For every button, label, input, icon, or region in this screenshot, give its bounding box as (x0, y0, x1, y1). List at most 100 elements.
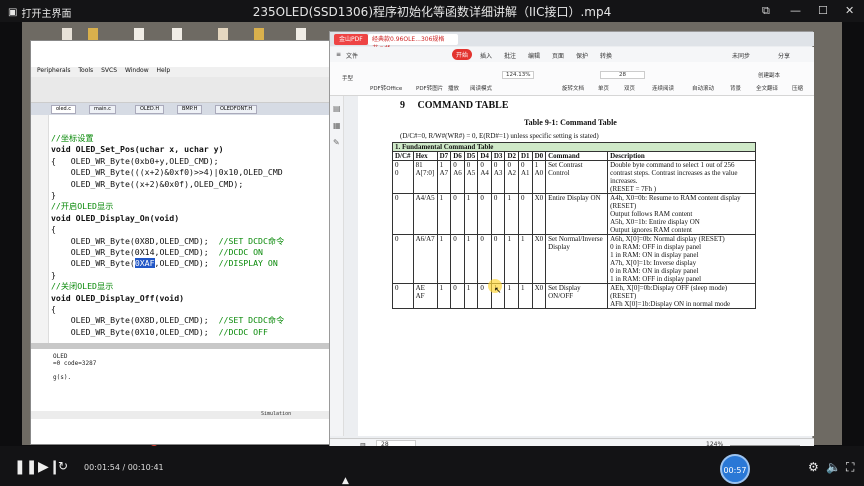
cell-dc: 0 (392, 283, 414, 309)
cell-bit: 1 (463, 193, 479, 235)
zoom-field[interactable]: 124.13% (502, 71, 535, 79)
code-line[interactable]: { (51, 224, 56, 234)
command-table: 1. Fundamental Command Table D/C# Hex D7 D6… (391, 142, 757, 309)
cell-dc: 0 0 (392, 160, 414, 194)
tab-oled-h[interactable]: OLED.H (135, 105, 165, 114)
cell-hex: 81 A[7:0] (412, 160, 438, 194)
menu-window[interactable]: Window (125, 67, 149, 74)
code-text: { (51, 304, 56, 314)
code-line[interactable]: OLED_WR_Byte(0X8D,OLED_CMD); //SET DCDC命… (51, 315, 285, 326)
time-separator: / (119, 463, 128, 472)
reading-mode-button[interactable]: 阅读模式 (470, 84, 492, 92)
code-text: OLED_WR_Byte(0X8D,OLED_CMD); (51, 315, 219, 326)
mouse-pointer-icon: ↖ (494, 285, 502, 295)
screenshot-icon[interactable]: ⧉ (762, 4, 770, 18)
single-page-button[interactable]: 单页 (598, 84, 609, 92)
page-input[interactable]: 28 (600, 71, 645, 79)
background-button[interactable]: 背景 (730, 84, 741, 92)
volume-icon[interactable]: 🔈 (826, 460, 841, 474)
rotate-button[interactable]: 旋转文档 (562, 84, 584, 92)
auto-scroll-button[interactable]: 自动滚动 (692, 84, 714, 92)
menu-protect[interactable]: 保护 (576, 51, 588, 60)
bookmark-icon[interactable]: ▤ (333, 104, 343, 113)
menu-page[interactable]: 页面 (552, 51, 564, 60)
tab-bmp-h[interactable]: BMP.H (177, 105, 203, 114)
menu-svcs[interactable]: SVCS (101, 67, 117, 74)
tab-oledfont-h[interactable]: OLEDFONT.H (215, 105, 258, 114)
cell-bit: 0 A1 (518, 160, 533, 194)
code-line[interactable]: //关闭OLED显示 (51, 281, 113, 291)
menu-peripherals[interactable]: Peripherals (37, 67, 70, 74)
code-line[interactable]: OLED_WR_Byte(0X10,OLED_CMD); //DCDC OFF (51, 327, 268, 337)
code-line[interactable]: //开启OLED显示 (51, 201, 113, 211)
cell-command: Entire Display ON (545, 193, 609, 235)
compress-button[interactable]: 压缩 (792, 84, 803, 92)
code-comment: //DISPLAY ON (218, 258, 278, 269)
tab-main-c[interactable]: main.c (89, 105, 116, 114)
table-row: 0 A6/A7 1 0 1 0 0 1 1 X0 Set Normal/Inverse Displa… (392, 234, 757, 284)
code-line[interactable]: void OLED_Display_On(void) (51, 213, 179, 223)
minimize-icon[interactable]: — (790, 4, 801, 17)
share-button[interactable]: 分享 (778, 51, 790, 60)
table-row: 0 A4/A5 1 0 1 0 0 1 0 X0 Entire Display ON A4h, X0=… (392, 193, 757, 235)
hand-tool-button[interactable]: 手型 (342, 74, 353, 82)
hover-time-badge[interactable]: 00:57 (720, 454, 750, 484)
code-text: OLED_WR_Byte(0X10,OLED_CMD); (51, 326, 219, 337)
code-line[interactable]: OLED_WR_Byte(0XAF,OLED_CMD); //DISPLAY O… (51, 258, 278, 269)
tab-oled-c[interactable]: oled.c (51, 105, 77, 114)
code-line[interactable]: } (51, 270, 56, 280)
play-button[interactable]: 播放 (448, 84, 459, 92)
pdf-tabbar: 金山PDF 经典款0.96OLE...306规格书.pdf (330, 32, 814, 52)
menu-start[interactable]: 开始 (452, 49, 473, 60)
sync-status[interactable]: 未同步 (732, 51, 750, 60)
thumbnail-icon[interactable]: ▦ (333, 121, 343, 130)
loop-icon[interactable]: ↻ (58, 459, 68, 473)
pdf-document-tab[interactable]: 经典款0.96OLE...306规格书.pdf (368, 34, 458, 52)
code-line[interactable]: void OLED_Set_Pos(uchar x, uchar y) (51, 144, 224, 154)
create-copy-button[interactable]: 创建副本 (758, 71, 780, 79)
code-line[interactable]: } (51, 190, 56, 200)
cell-bit: X0 (531, 234, 547, 284)
cell-bit: 0 A3 (490, 160, 506, 194)
pdf-to-image-button[interactable]: PDF转图片 (416, 84, 443, 92)
maximize-icon[interactable]: ☐ (818, 4, 828, 17)
code-line[interactable]: { OLED_WR_Byte(0xb0+y,OLED_CMD); (51, 156, 219, 166)
code-line[interactable]: OLED_WR_Byte(0X14,OLED_CMD); //DCDC ON (51, 247, 263, 257)
menu-convert[interactable]: 转换 (600, 51, 612, 60)
continuous-read-button[interactable]: 连续阅读 (652, 84, 674, 92)
pause-icon[interactable]: ❚❚ (14, 459, 37, 475)
fullscreen-icon[interactable]: ⛶ (846, 460, 854, 475)
code-line[interactable]: void OLED_Display_Off(void) (51, 293, 184, 303)
code-line[interactable]: { (51, 304, 56, 314)
menu-tools[interactable]: Tools (78, 67, 93, 74)
menu-help[interactable]: Help (157, 67, 171, 74)
code-line[interactable]: OLED_WR_Byte(((x+2)&0xf0)>>4)|0x10,OLED_… (51, 167, 283, 177)
menu-edit[interactable]: 编辑 (528, 51, 540, 60)
ide-window: Peripherals Tools SVCS Window Help oled.… (30, 40, 337, 445)
pdf-to-office-button[interactable]: PDF转Office (370, 84, 402, 92)
pdf-page[interactable]: 9 COMMAND TABLE Table 9-1: Command Table… (358, 96, 814, 436)
wps-home-tab[interactable]: 金山PDF (334, 34, 368, 45)
close-icon[interactable]: ✕ (845, 4, 854, 17)
code-text: { (51, 224, 56, 235)
table-header-row: D/C# Hex D7 D6 D5 D4 D3 D2 D1 D0 Command Descriptio… (392, 151, 757, 161)
code-line[interactable]: //坐标设置 (51, 133, 94, 143)
code-line[interactable]: OLED_WR_Byte((x+2)&0x0f),OLED_CMD); (51, 179, 244, 189)
double-page-button[interactable]: 双页 (624, 84, 635, 92)
translate-button[interactable]: 全文翻译 (756, 84, 778, 92)
pdf-menubar: ≡ 文件 开始 插入 批注 编辑 页面 保护 转换 未同步 分享 (330, 47, 814, 62)
cell-description: AEh, X[0]=0b:Display OFF (sleep mode) (R… (607, 283, 757, 309)
menu-insert[interactable]: 插入 (480, 51, 492, 60)
cell-bit: 1 (518, 283, 533, 309)
menu-annotate[interactable]: 批注 (504, 51, 516, 60)
code-line[interactable]: OLED_WR_Byte(0X8D,OLED_CMD); //SET DCDC命… (51, 236, 285, 246)
code-text: ,OLED_CMD); (154, 258, 219, 269)
window-title: 235OLED(SSD1306)程序初始化等函数详细讲解（IIC接口）.mp4 (252, 5, 612, 19)
comment-icon[interactable]: ✎ (333, 138, 343, 147)
cell-bit: 0 (490, 234, 506, 284)
cell-bit: 1 (436, 234, 452, 284)
menu-icon[interactable]: ≡ (336, 51, 341, 58)
table-header-cell: D0 (531, 151, 547, 161)
settings-icon[interactable]: ⚙ (808, 460, 819, 474)
menu-file[interactable]: 文件 (346, 51, 358, 60)
